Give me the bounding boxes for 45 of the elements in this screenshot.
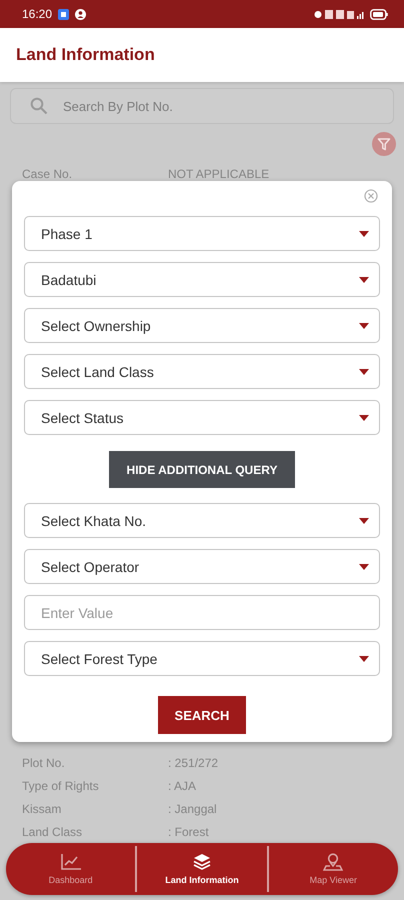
detail-label: Case No. [22,166,74,180]
dropdown[interactable]: Select Khata No. [24,503,380,538]
dropdown-caret-icon [359,518,369,524]
dropdown[interactable]: Phase 1 [24,216,380,251]
dropdown[interactable]: Badatubi [24,262,380,297]
line-chart-icon [60,853,82,871]
dropdown[interactable]: Select Land Class [24,354,380,389]
dropdown[interactable]: Select Ownership [24,308,380,343]
detail-label: Land Class [22,824,84,838]
nav-tab[interactable]: Land Information [137,843,267,895]
dropdown[interactable]: Select Forest Type [24,641,380,676]
value-input-field[interactable]: Enter Value [24,595,380,630]
search-icon [30,97,48,115]
detail-label: Plot No. [22,756,66,770]
detail-label: Kissam [22,802,62,816]
dropdown[interactable]: Select Status [24,400,380,435]
dropdown-caret-icon [359,276,369,282]
search-button[interactable]: SEARCH [158,696,246,734]
layers-icon [192,853,212,871]
close-icon[interactable] [364,189,378,203]
dropdown-caret-icon [359,230,369,236]
filter-button[interactable] [372,132,396,156]
detail-label: Type of Rights [22,778,100,792]
nav-tab[interactable]: Dashboard [6,843,136,895]
detail-value: : Janggal [168,802,217,816]
account-notification-icon [75,8,86,20]
dropdown-caret-icon [359,656,369,662]
map-pin-icon [323,853,344,871]
dropdown-caret-icon [359,368,369,374]
hide-query-button[interactable]: HIDE ADDITIONAL QUERY [109,451,295,488]
nav-tab[interactable]: Map Viewer [268,843,398,895]
dropdown-caret-icon [359,564,369,570]
page-title: Land Information [16,45,155,65]
detail-value: NOT APPLICABLE [168,166,270,180]
search-field[interactable]: Search By Plot No. [10,88,394,124]
status-time: 16:20 [22,7,52,21]
dropdown-caret-icon [359,414,369,420]
detail-value: : 251/272 [168,756,218,770]
detail-value: : Forest [168,824,209,838]
detail-value: : AJA [168,778,196,792]
dropdown-caret-icon [359,322,369,328]
battery-icon [370,8,388,20]
dropdown[interactable]: Select Operator [24,549,380,584]
app-notification-icon [58,8,70,20]
network-status-icon [314,8,364,20]
